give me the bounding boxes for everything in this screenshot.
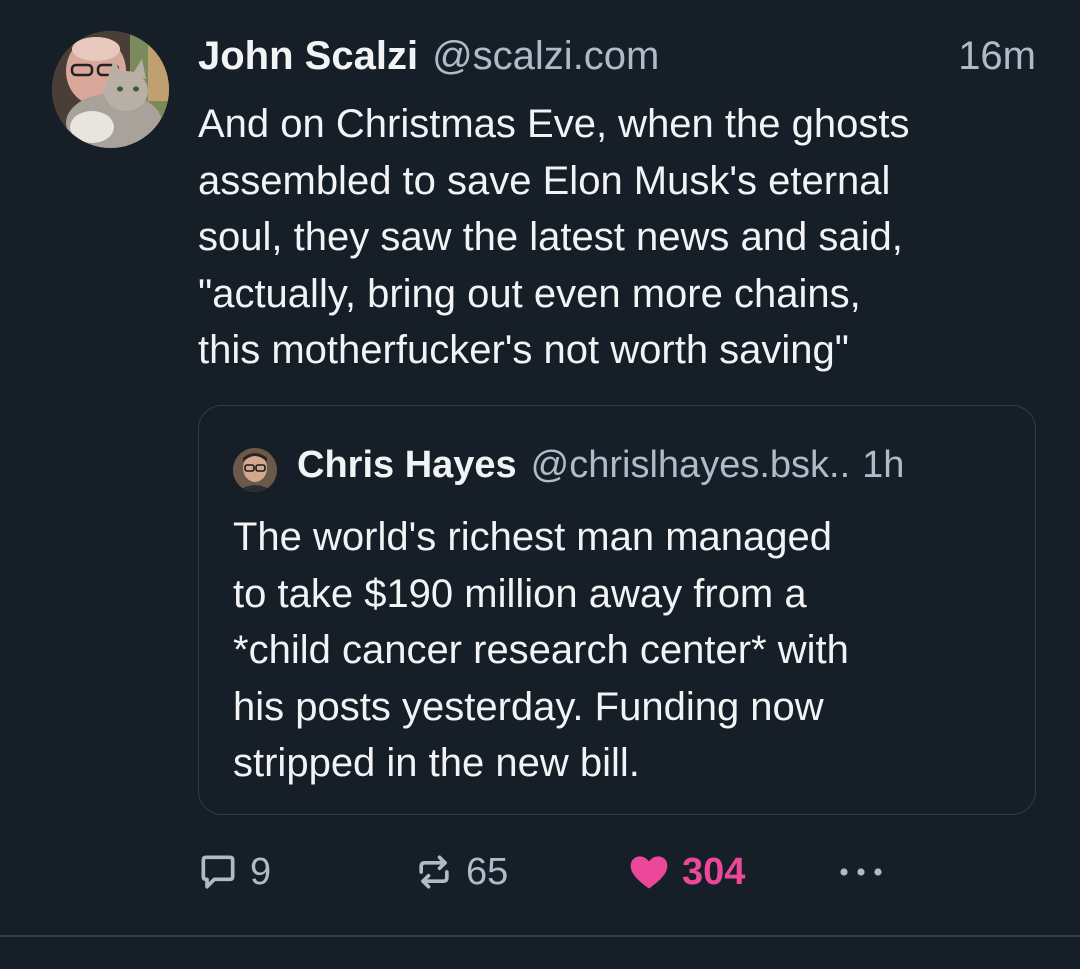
quoted-post-text: The world's richest man managed to take … [233,515,849,785]
reply-count: 9 [250,850,272,893]
quoted-post-timestamp: 1h [862,444,905,486]
quoted-post[interactable]: Chris Hayes @chrislhayes.bsk.. 1h The wo… [198,405,1036,815]
author-avatar-image [52,31,169,148]
post-actions: 9 65 304 [196,848,916,896]
quoted-post-header: Chris Hayes @chrislhayes.bsk.. 1h [297,444,1001,487]
quoted-author-avatar-image [233,448,277,492]
quoted-author-handle: @chrislhayes.bsk.. [530,444,851,486]
post-header: John Scalzi @scalzi.com 16m [198,34,1040,86]
author-name[interactable]: John Scalzi [198,34,418,79]
reply-button[interactable]: 9 [196,848,271,896]
repost-arrows-icon [419,855,449,889]
speech-bubble-icon [201,855,235,889]
post-content: John Scalzi @scalzi.com 16m And on Chris… [198,34,1040,379]
post-card[interactable]: John Scalzi @scalzi.com 16m And on Chris… [0,0,1080,935]
quoted-author-name: Chris Hayes [297,444,517,486]
like-count: 304 [682,850,746,893]
more-options-button[interactable] [834,848,888,896]
heart-icon [630,856,668,889]
author-avatar[interactable] [52,31,169,148]
like-button[interactable]: 304 [626,848,745,896]
quoted-author-avatar [233,448,277,492]
repost-button[interactable]: 65 [412,848,508,896]
post-timestamp[interactable]: 16m [958,34,1040,79]
repost-count: 65 [466,850,509,893]
author-handle[interactable]: @scalzi.com [432,34,659,79]
ellipsis-icon [840,868,882,876]
post-text: And on Christmas Eve, when the ghosts as… [198,102,910,372]
post-divider [0,935,1080,937]
